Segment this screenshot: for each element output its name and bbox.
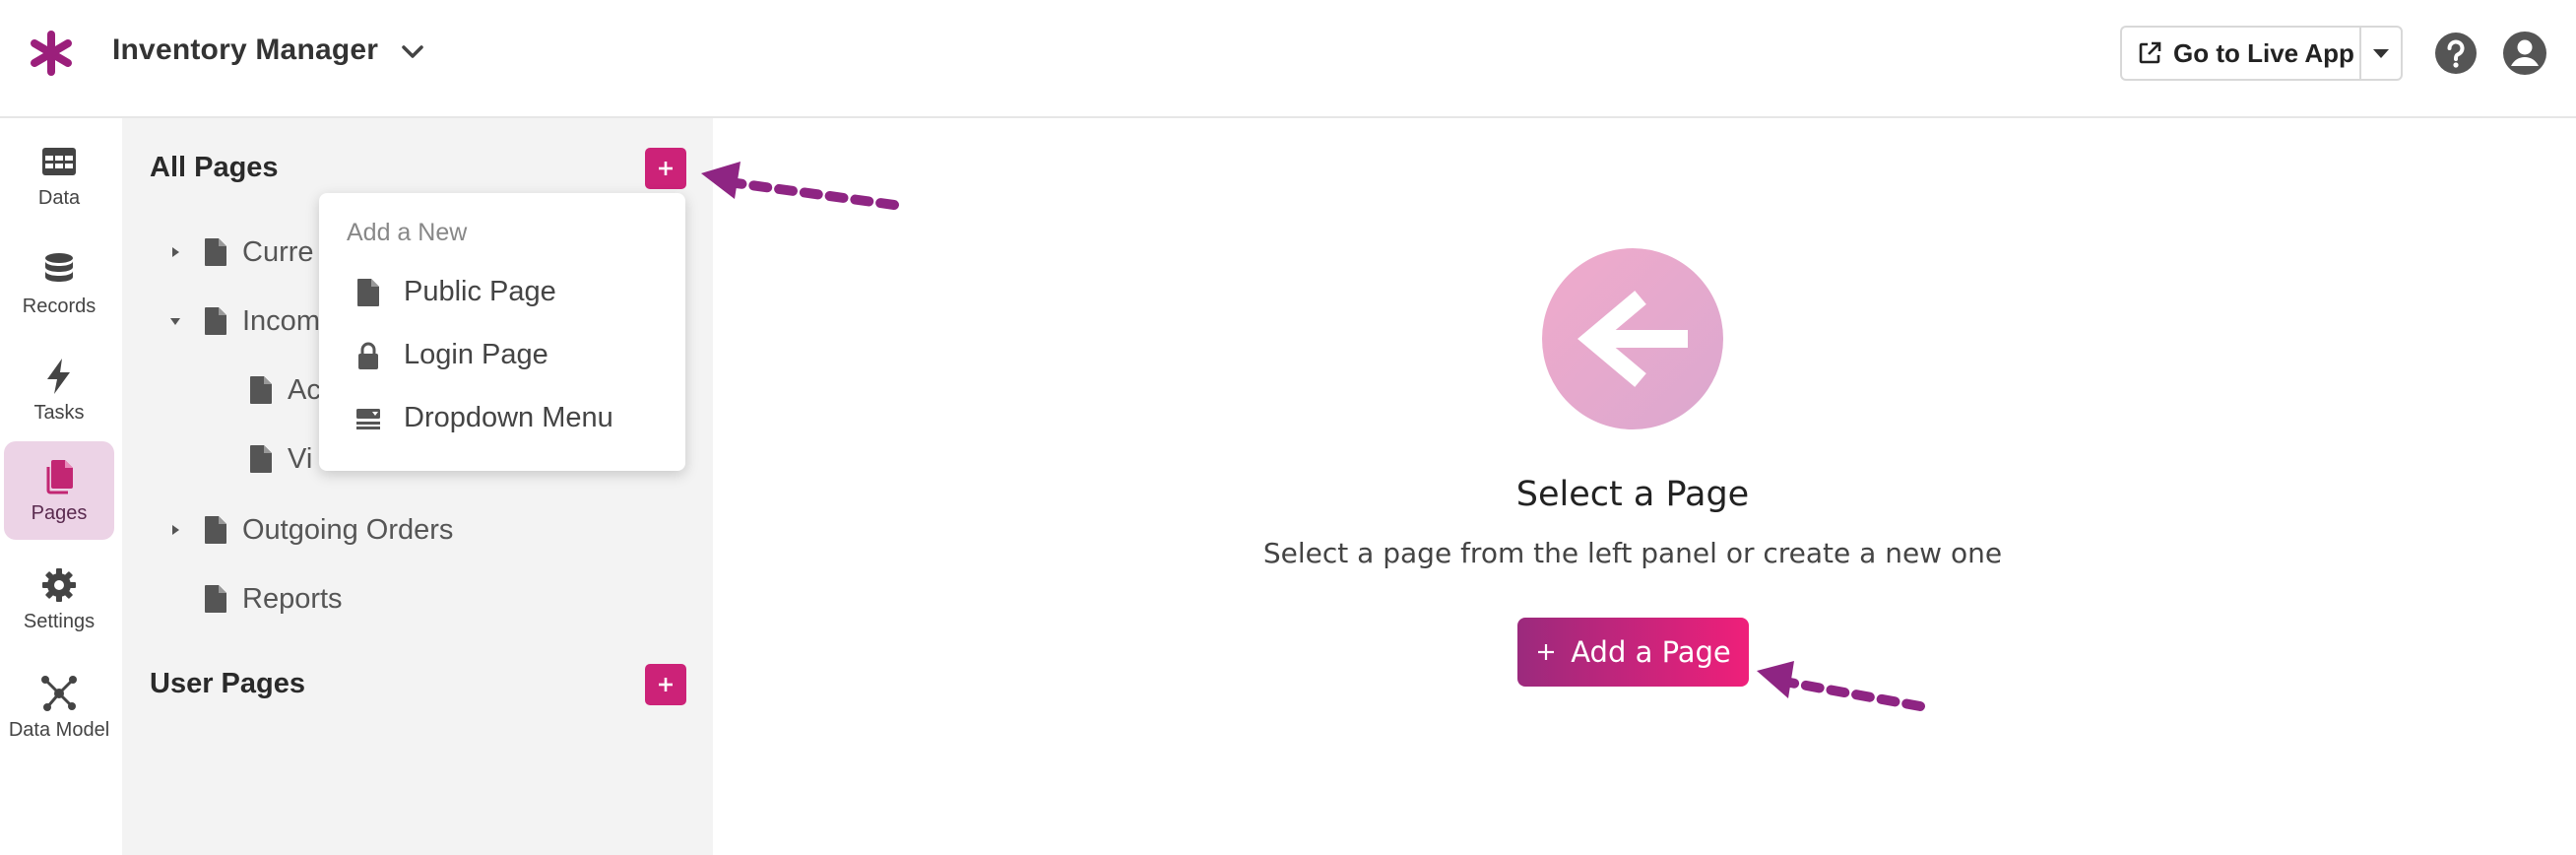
nav-item-pages[interactable]: Pages [4, 441, 114, 540]
tree-item-label: Reports [242, 582, 343, 615]
user-account-icon[interactable] [2501, 30, 2548, 77]
nav-label-data-model: Data Model [8, 718, 110, 741]
caret-right-icon[interactable] [165, 520, 185, 540]
document-icon [357, 278, 379, 306]
tree-item-label: Curre [242, 235, 314, 268]
top-bar: Inventory Manager Go to Live App [0, 0, 2576, 118]
nav-label-data: Data [37, 186, 81, 209]
tree-item[interactable]: Incom [165, 299, 320, 343]
user-pages-heading: User Pages [150, 668, 305, 699]
menu-item-label: Public Page [404, 276, 556, 307]
all-pages-heading: All Pages [150, 152, 279, 183]
database-icon [45, 252, 73, 282]
table-icon [42, 147, 76, 175]
document-icon [250, 376, 272, 404]
menu-item-login-page[interactable]: Login Page [354, 339, 548, 371]
document-icon [205, 238, 226, 266]
document-icon [205, 307, 226, 335]
add-a-page-label: Add a Page [1571, 635, 1731, 669]
plus-icon [1538, 644, 1555, 660]
go-to-live-app-button[interactable]: Go to Live App [2120, 26, 2359, 81]
document-icon [250, 445, 272, 473]
tree-item[interactable]: Curre [165, 230, 314, 274]
left-nav: Data Records Tasks Pages Settings Data M… [0, 118, 118, 855]
help-icon[interactable] [2433, 31, 2479, 76]
add-a-page-button[interactable]: Add a Page [1517, 618, 1749, 687]
dropdown-menu-icon [356, 408, 380, 429]
tree-item-label: Outgoing Orders [242, 513, 454, 546]
caret-right-icon[interactable] [165, 242, 185, 262]
menu-item-dropdown-menu[interactable]: Dropdown Menu [354, 402, 613, 434]
tree-item[interactable]: Vi [248, 437, 312, 481]
nav-label-settings: Settings [23, 610, 96, 632]
plus-icon [659, 678, 673, 691]
add-user-page-plus-button[interactable] [645, 664, 686, 705]
tree-item-label: Incom [242, 304, 320, 337]
document-icon [205, 516, 226, 544]
pages-icon [46, 459, 73, 493]
annotation-arrow-icon [701, 162, 899, 210]
external-link-icon [2139, 41, 2161, 64]
live-app-dropdown-button[interactable] [2359, 26, 2403, 81]
lock-icon [358, 342, 378, 369]
plus-icon [659, 162, 673, 175]
gear-icon [42, 567, 76, 602]
nav-item-settings[interactable]: Settings [4, 550, 114, 648]
tree-item[interactable]: Outgoing Orders [165, 508, 453, 552]
document-icon [205, 585, 226, 613]
nav-label-pages: Pages [31, 501, 88, 524]
menu-item-public-page[interactable]: Public Page [354, 276, 556, 308]
menu-item-label: Dropdown Menu [404, 402, 613, 433]
arrow-left-icon [1578, 291, 1688, 387]
nav-item-tasks[interactable]: Tasks [4, 341, 114, 439]
nav-item-records[interactable]: Records [4, 234, 114, 333]
caret-down-icon [2373, 49, 2389, 58]
menu-item-label: Login Page [404, 339, 548, 370]
go-to-live-app-label: Go to Live App [2173, 37, 2354, 68]
add-new-menu: Add a New Public Page Login Page Dropdow… [319, 193, 685, 471]
bolt-icon [47, 358, 70, 394]
chevron-down-icon[interactable] [396, 35, 429, 69]
tree-item-label: Vi [288, 442, 313, 475]
asterisk-logo-icon[interactable] [28, 30, 75, 77]
annotation-arrow-icon [1757, 661, 1925, 711]
nav-item-data-model[interactable]: Data Model [4, 658, 114, 756]
nodes-icon [41, 675, 77, 711]
nav-item-data[interactable]: Data [4, 126, 114, 225]
nav-label-records: Records [22, 295, 97, 317]
empty-state-title: Select a Page [1515, 475, 1750, 514]
empty-state-circle [1542, 248, 1723, 429]
nav-label-tasks: Tasks [33, 401, 85, 424]
add-new-menu-title: Add a New [347, 219, 468, 246]
tree-item[interactable]: Reports [165, 577, 343, 621]
empty-state-subtitle: Select a page from the left panel or cre… [1262, 537, 2003, 569]
app-title[interactable]: Inventory Manager [112, 33, 378, 67]
tree-item-label: Ac [288, 373, 321, 406]
caret-down-icon[interactable] [165, 311, 185, 331]
add-page-plus-button[interactable] [645, 148, 686, 189]
tree-item[interactable]: Ac [248, 368, 321, 412]
